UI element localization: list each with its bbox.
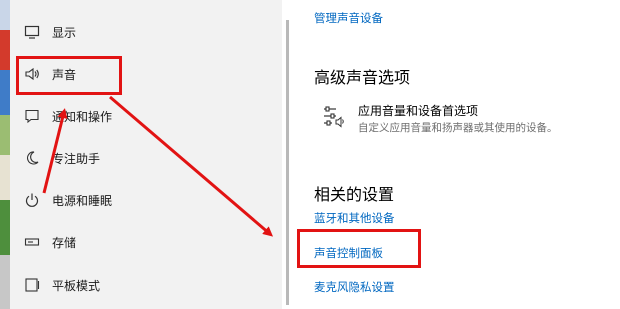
arrow-to-control-panel — [109, 95, 274, 237]
annotation-arrows — [42, 95, 274, 237]
arrow-to-sound — [42, 108, 68, 194]
